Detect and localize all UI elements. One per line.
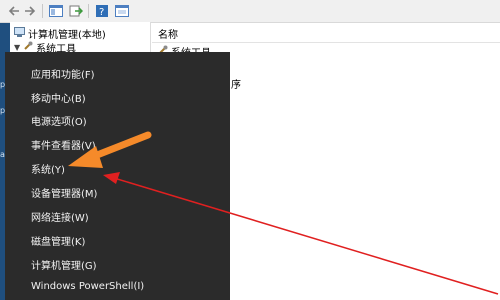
help-icon[interactable]: ? [94,3,110,18]
menu-item-system[interactable]: 系统(Y) [31,161,65,176]
context-menu: 应用和功能(F) 移动中心(B) 电源选项(O) 事件查看器(V) 系统(Y) … [5,52,230,300]
menu-item-device-manager[interactable]: 设备管理器(M) [31,185,97,200]
menu-item-mobility-center[interactable]: 移动中心(B) [31,90,86,105]
menu-item-computer-management[interactable]: 计算机管理(G) [31,257,97,272]
partial-text: 序 [231,80,241,91]
tree-root-label: 计算机管理(本地) [28,30,106,41]
svg-text:?: ? [99,7,104,17]
list-header[interactable]: 名称 [152,22,500,43]
menu-item-disk-management[interactable]: 磁盘管理(K) [31,233,85,248]
tree-root[interactable]: 计算机管理(本地) [14,26,106,41]
chevron-down-icon[interactable]: ▼ [14,43,20,52]
export-icon[interactable] [68,3,84,18]
window-icon[interactable] [114,3,130,18]
toolbar-separator [88,4,89,18]
toolbar-separator [42,4,43,18]
menu-item-event-viewer[interactable]: 事件查看器(V) [31,137,96,152]
menu-item-windows-powershell[interactable]: Windows PowerShell(I) [31,281,144,292]
menu-item-network-connections[interactable]: 网络连接(W) [31,209,89,224]
panel-icon[interactable] [48,3,64,18]
toolbar: ? [0,0,500,23]
back-arrow-icon[interactable] [6,3,22,18]
computer-icon [14,27,25,40]
menu-item-apps-features[interactable]: 应用和功能(F) [31,66,95,81]
menu-item-power-options[interactable]: 电源选项(O) [31,113,87,128]
column-name-header[interactable]: 名称 [158,26,178,41]
forward-arrow-icon[interactable] [22,3,38,18]
